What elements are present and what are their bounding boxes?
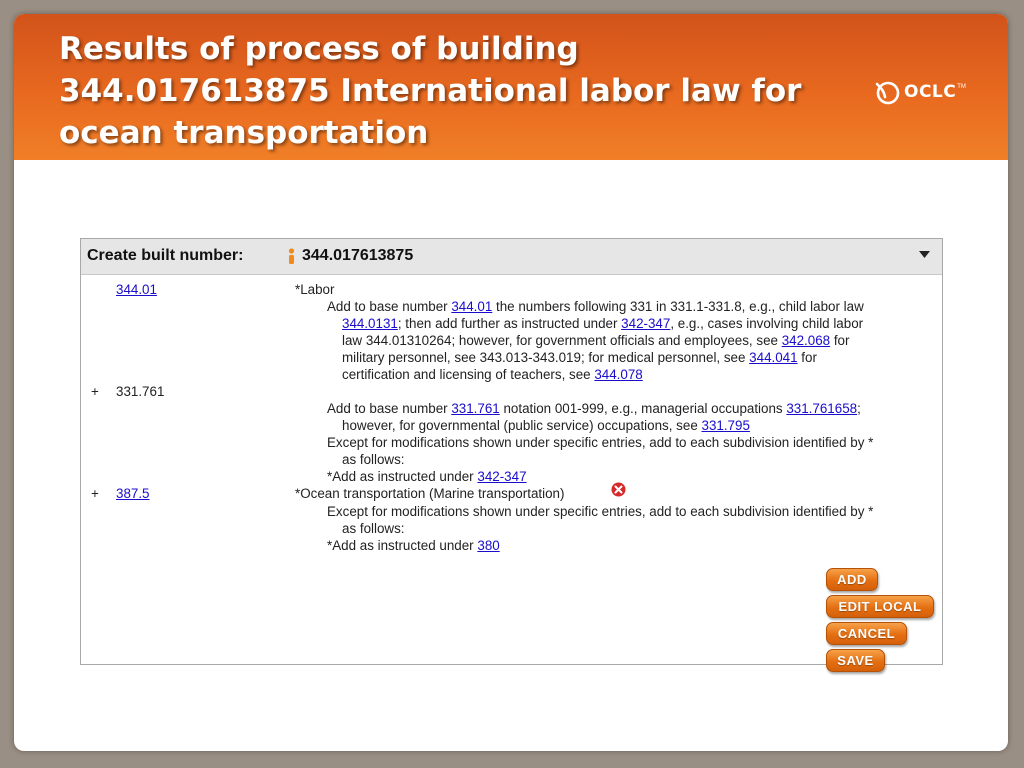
notation-link[interactable]: 344.01 <box>451 299 492 314</box>
notation-link[interactable]: 380 <box>477 538 499 553</box>
notation-link-387-5[interactable]: 387.5 <box>116 485 150 502</box>
triangle-down-icon[interactable] <box>919 251 930 258</box>
notation-link[interactable]: 342-347 <box>477 469 526 484</box>
instruction-text: for <box>830 333 850 348</box>
instruction-text: for <box>797 350 817 365</box>
edit-local-button[interactable]: EDIT LOCAL <box>826 595 934 618</box>
instruction-line: *Add as instructed under 380 <box>327 537 500 554</box>
notation-link[interactable]: 331.795 <box>702 418 750 433</box>
built-number-value: 344.017613875 <box>302 247 414 264</box>
create-built-number-panel: Create built number: 344.017613875 344.0… <box>80 238 943 672</box>
instruction-text: *Add as instructed under <box>327 469 478 484</box>
notation-link[interactable]: 344.078 <box>594 367 642 382</box>
caption-ocean-transportation: *Ocean transportation (Marine transporta… <box>295 486 565 501</box>
instruction-text: however, for governmental (public servic… <box>342 418 702 433</box>
oclc-logo: OCLC TM <box>872 78 966 106</box>
cancel-button[interactable]: CANCEL <box>826 622 907 645</box>
instruction-text: ; then add further as instructed under <box>397 316 622 331</box>
oclc-logo-icon <box>875 81 900 105</box>
notation-link[interactable]: 344.041 <box>749 350 797 365</box>
caption-labor: *Labor <box>295 282 335 297</box>
instruction-text: Add to base number <box>327 299 452 314</box>
instruction-text: military personnel, see 343.013-343.019;… <box>342 350 750 365</box>
oclc-trademark: TM <box>957 84 966 90</box>
instruction-line: however, for governmental (public servic… <box>342 417 750 434</box>
instruction-line: Add to base number 344.01 the numbers fo… <box>327 298 864 315</box>
instruction-text: certification and licensing of teachers,… <box>342 367 595 382</box>
notation-link[interactable]: 342-347 <box>621 316 670 331</box>
instruction-text: Except for modifications shown under spe… <box>327 435 874 450</box>
panel-header: Create built number: 344.017613875 <box>81 239 942 275</box>
instruction-line: certification and licensing of teachers,… <box>342 366 643 383</box>
oclc-logo-text: OCLC <box>904 82 957 102</box>
slide: Results of process of building 344.01761… <box>14 14 1008 751</box>
instruction-line: military personnel, see 343.013-343.019;… <box>342 349 817 366</box>
notation-link-344-01[interactable]: 344.01 <box>116 281 157 298</box>
instruction-text: the numbers following 331 in 331.1-331.8… <box>492 299 864 314</box>
instruction-text: *Add as instructed under <box>327 538 478 553</box>
panel-header-label: Create built number: <box>87 247 244 264</box>
instruction-line: *Add as instructed under 342-347 <box>327 468 527 485</box>
save-button[interactable]: SAVE <box>826 649 885 672</box>
instruction-line: 344.0131; then add further as instructed… <box>342 315 863 332</box>
remove-circle-icon[interactable] <box>611 482 626 497</box>
instruction-text: as follows: <box>342 521 405 536</box>
title-banner: Results of process of building 344.01761… <box>14 14 1008 160</box>
instruction-text: Add to base number <box>327 401 452 416</box>
notation-link[interactable]: 344.0131 <box>342 316 398 331</box>
add-button[interactable]: ADD <box>826 568 878 591</box>
instruction-text: law 344.01310264; however, for governmen… <box>342 333 782 348</box>
notation-link[interactable]: 331.761658 <box>786 401 857 416</box>
person-icon <box>288 248 295 264</box>
notation-link[interactable]: 342.068 <box>782 333 830 348</box>
instruction-text: Except for modifications shown under spe… <box>327 504 874 519</box>
plus-marker: + <box>91 384 99 399</box>
notation-link[interactable]: 331.761 <box>451 401 499 416</box>
instruction-line: Add to base number 331.761 notation 001-… <box>327 400 861 417</box>
panel-body: 344.01 *Labor Add to base number 344.01 … <box>81 275 942 672</box>
plus-marker: + <box>91 486 99 501</box>
slide-title: Results of process of building 344.01761… <box>59 31 802 151</box>
instruction-text: ; <box>857 401 861 416</box>
notation-331-761: 331.761 <box>116 384 165 399</box>
instruction-text: , e.g., cases involving child labor <box>670 316 864 331</box>
instruction-text: notation 001-999, e.g., managerial occup… <box>499 401 787 416</box>
instruction-text: as follows: <box>342 452 405 467</box>
instruction-line: law 344.01310264; however, for governmen… <box>342 332 849 349</box>
